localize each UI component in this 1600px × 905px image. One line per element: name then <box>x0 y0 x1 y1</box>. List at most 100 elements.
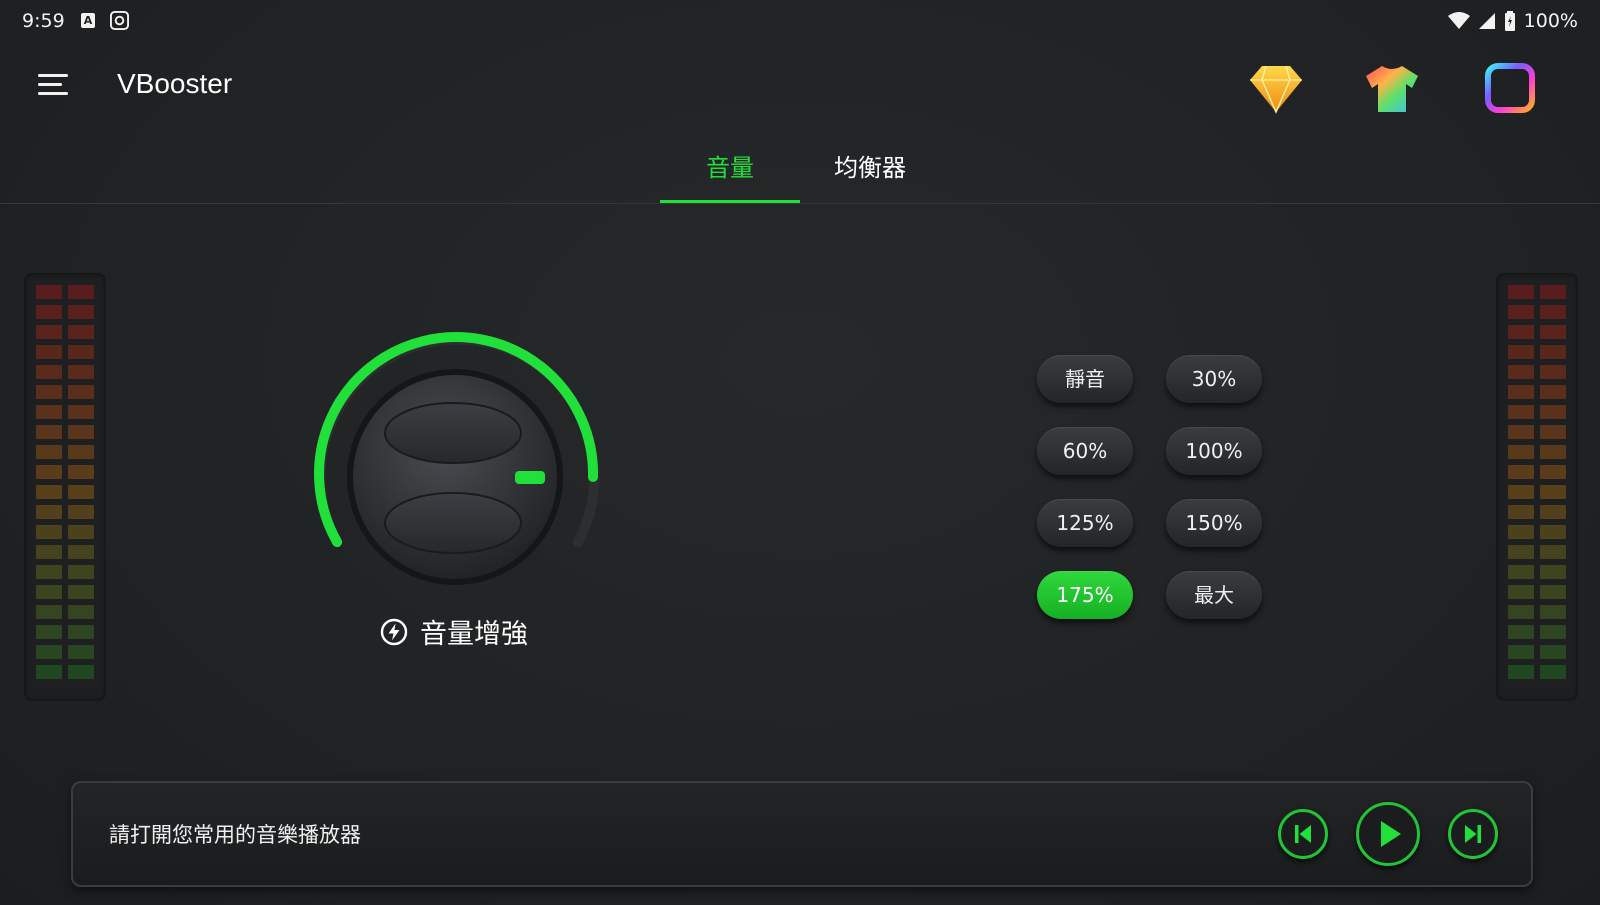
vu-column <box>1508 285 1534 685</box>
tabs-divider <box>0 203 1600 204</box>
vu-cell <box>36 285 62 299</box>
vu-cell <box>1508 505 1534 519</box>
status-bar: 9:59 A 100% <box>0 0 1600 44</box>
vu-cell <box>36 525 62 539</box>
vu-cell <box>68 565 94 579</box>
vu-cell <box>36 405 62 419</box>
vu-cell <box>36 665 62 679</box>
rainbow-square-icon[interactable] <box>1482 60 1538 116</box>
vu-cell <box>36 505 62 519</box>
tab-volume[interactable]: 音量 <box>660 140 800 204</box>
vu-cell <box>1540 285 1566 299</box>
hamburger-icon[interactable] <box>38 72 68 98</box>
vu-cell <box>1508 665 1534 679</box>
vu-cell <box>1540 465 1566 479</box>
shirt-icon[interactable] <box>1364 60 1420 116</box>
preset-125-button[interactable]: 125% <box>1037 499 1133 547</box>
play-icon <box>1381 821 1401 847</box>
vu-cell <box>68 405 94 419</box>
vu-cell <box>68 525 94 539</box>
battery-icon <box>1504 11 1515 31</box>
vu-cell <box>68 345 94 359</box>
skip-previous-button[interactable] <box>1278 809 1328 859</box>
vu-cell <box>36 605 62 619</box>
vu-cell <box>1508 425 1534 439</box>
preset-150-button[interactable]: 150% <box>1166 499 1262 547</box>
vu-cell <box>1508 285 1534 299</box>
vu-cell <box>36 305 62 319</box>
diamond-icon[interactable] <box>1248 60 1304 116</box>
vu-cell <box>68 625 94 639</box>
preset-175-button[interactable]: 175% <box>1037 571 1133 619</box>
vu-cell <box>1540 525 1566 539</box>
vu-cell <box>1508 565 1534 579</box>
vu-cell <box>68 585 94 599</box>
signal-icon <box>1478 13 1495 29</box>
vu-cell <box>1508 525 1534 539</box>
keyboard-a-icon: A <box>81 13 95 28</box>
vu-cell <box>1540 485 1566 499</box>
vu-cell <box>1540 625 1566 639</box>
vu-cell <box>68 505 94 519</box>
vu-cell <box>1540 445 1566 459</box>
vu-cell <box>36 365 62 379</box>
vu-cell <box>36 545 62 559</box>
player-message: 請打開您常用的音樂播放器 <box>109 823 361 847</box>
player-bar: 請打開您常用的音樂播放器 <box>71 781 1533 887</box>
preset-60-button[interactable]: 60% <box>1037 427 1133 475</box>
volume-boost-label: 音量增強 <box>380 612 528 651</box>
app-title: VBooster <box>117 68 233 99</box>
vu-cell <box>1508 405 1534 419</box>
vu-cell <box>1540 585 1566 599</box>
status-time: 9:59 <box>22 10 65 32</box>
vu-cell <box>1508 585 1534 599</box>
vu-meter-right <box>1496 273 1578 701</box>
vu-cell <box>36 445 62 459</box>
vu-cell <box>1508 605 1534 619</box>
vu-cell <box>1540 305 1566 319</box>
vu-cell <box>1540 565 1566 579</box>
preset-100-button[interactable]: 100% <box>1166 427 1262 475</box>
vu-cell <box>1508 645 1534 659</box>
volume-knob[interactable] <box>310 330 600 620</box>
vu-cell <box>1508 305 1534 319</box>
preset-30-button[interactable]: 30% <box>1166 355 1262 403</box>
tab-bar: 音量 均衡器 <box>660 140 940 204</box>
vu-cell <box>68 605 94 619</box>
vu-column <box>36 285 62 685</box>
vu-cell <box>1508 345 1534 359</box>
vu-cell <box>1540 425 1566 439</box>
vu-cell <box>1540 545 1566 559</box>
vu-cell <box>1508 485 1534 499</box>
vu-cell <box>1540 325 1566 339</box>
vu-cell <box>1508 325 1534 339</box>
vu-cell <box>68 645 94 659</box>
skip-next-icon <box>1465 825 1481 843</box>
vu-cell <box>1508 545 1534 559</box>
tab-equalizer[interactable]: 均衡器 <box>800 140 940 204</box>
vu-cell <box>1540 645 1566 659</box>
vu-cell <box>1540 385 1566 399</box>
skip-previous-icon <box>1295 825 1311 843</box>
vu-cell <box>1540 345 1566 359</box>
battery-percent: 100% <box>1523 10 1578 32</box>
volume-boost-text: 音量增強 <box>420 619 528 650</box>
vu-cell <box>36 465 62 479</box>
vu-cell <box>68 425 94 439</box>
status-right: 100% <box>1447 10 1578 32</box>
vu-meter-left <box>24 273 106 701</box>
vu-cell <box>1508 625 1534 639</box>
vu-cell <box>1540 405 1566 419</box>
play-button[interactable] <box>1356 802 1420 866</box>
vu-cell <box>68 325 94 339</box>
vu-cell <box>68 665 94 679</box>
vu-cell <box>36 425 62 439</box>
bolt-icon <box>380 618 408 645</box>
preset-max-button[interactable]: 最大 <box>1166 571 1262 619</box>
preset-mute-button[interactable]: 靜音 <box>1037 355 1133 403</box>
vu-cell <box>68 445 94 459</box>
vu-cell <box>36 345 62 359</box>
skip-next-button[interactable] <box>1448 809 1498 859</box>
vu-cell <box>36 385 62 399</box>
vu-cell <box>36 625 62 639</box>
